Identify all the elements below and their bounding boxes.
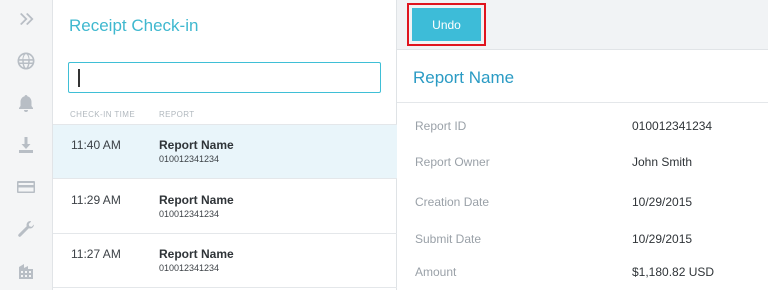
report-id: 010012341234 — [159, 209, 220, 219]
checkin-time: 11:27 AM — [71, 247, 121, 261]
text-cursor — [78, 69, 80, 87]
report-id: 010012341234 — [159, 263, 220, 273]
field-label-report-id: Report ID — [415, 119, 467, 133]
checkin-time: 11:40 AM — [71, 138, 121, 152]
report-detail-panel: Undo Report Name Report ID 010012341234 … — [397, 0, 768, 290]
column-header-report: REPORT — [159, 110, 195, 119]
list-item[interactable]: 11:40 AM Report Name 010012341234 — [53, 125, 397, 179]
field-value-report-owner: John Smith — [632, 155, 693, 169]
report-title: Report Name — [413, 68, 515, 87]
checkin-panel: Receipt Check-in CHECK-IN TIME REPORT 11… — [53, 0, 397, 290]
bell-icon[interactable] — [14, 91, 38, 115]
detail-toolbar: Undo — [397, 0, 768, 50]
panel-title: Receipt Check-in — [69, 16, 199, 35]
undo-highlight-frame: Undo — [407, 3, 486, 46]
undo-button[interactable]: Undo — [412, 8, 481, 41]
field-value-creation-date: 10/29/2015 — [632, 195, 693, 209]
field-label-submit-date: Submit Date — [415, 232, 482, 246]
app-window: Receipt Check-in CHECK-IN TIME REPORT 11… — [0, 0, 768, 290]
report-name: Report Name — [159, 138, 234, 152]
checkin-time: 11:29 AM — [71, 193, 121, 207]
report-name: Report Name — [159, 193, 234, 207]
list-item[interactable]: 11:27 AM Report Name 010012341234 — [53, 234, 397, 288]
download-icon[interactable] — [14, 133, 38, 157]
field-label-report-owner: Report Owner — [415, 155, 490, 169]
field-label-creation-date: Creation Date — [415, 195, 490, 209]
report-name: Report Name — [159, 247, 234, 261]
field-label-amount: Amount — [415, 265, 457, 279]
field-value-submit-date: 10/29/2015 — [632, 232, 693, 246]
column-header-checkin-time: CHECK-IN TIME — [70, 110, 136, 119]
list-item[interactable]: 11:29 AM Report Name 010012341234 — [53, 180, 397, 234]
field-value-report-id: 010012341234 — [632, 119, 713, 133]
credit-card-icon[interactable] — [14, 175, 38, 199]
search-input[interactable] — [68, 62, 381, 93]
wrench-icon[interactable] — [14, 217, 38, 241]
expand-icon[interactable] — [14, 7, 38, 31]
globe-icon[interactable] — [14, 49, 38, 73]
divider — [397, 102, 768, 103]
icon-sidebar — [0, 0, 53, 290]
field-value-amount: $1,180.82 USD — [632, 265, 715, 279]
report-id: 010012341234 — [159, 154, 220, 164]
building-icon[interactable] — [14, 259, 38, 283]
